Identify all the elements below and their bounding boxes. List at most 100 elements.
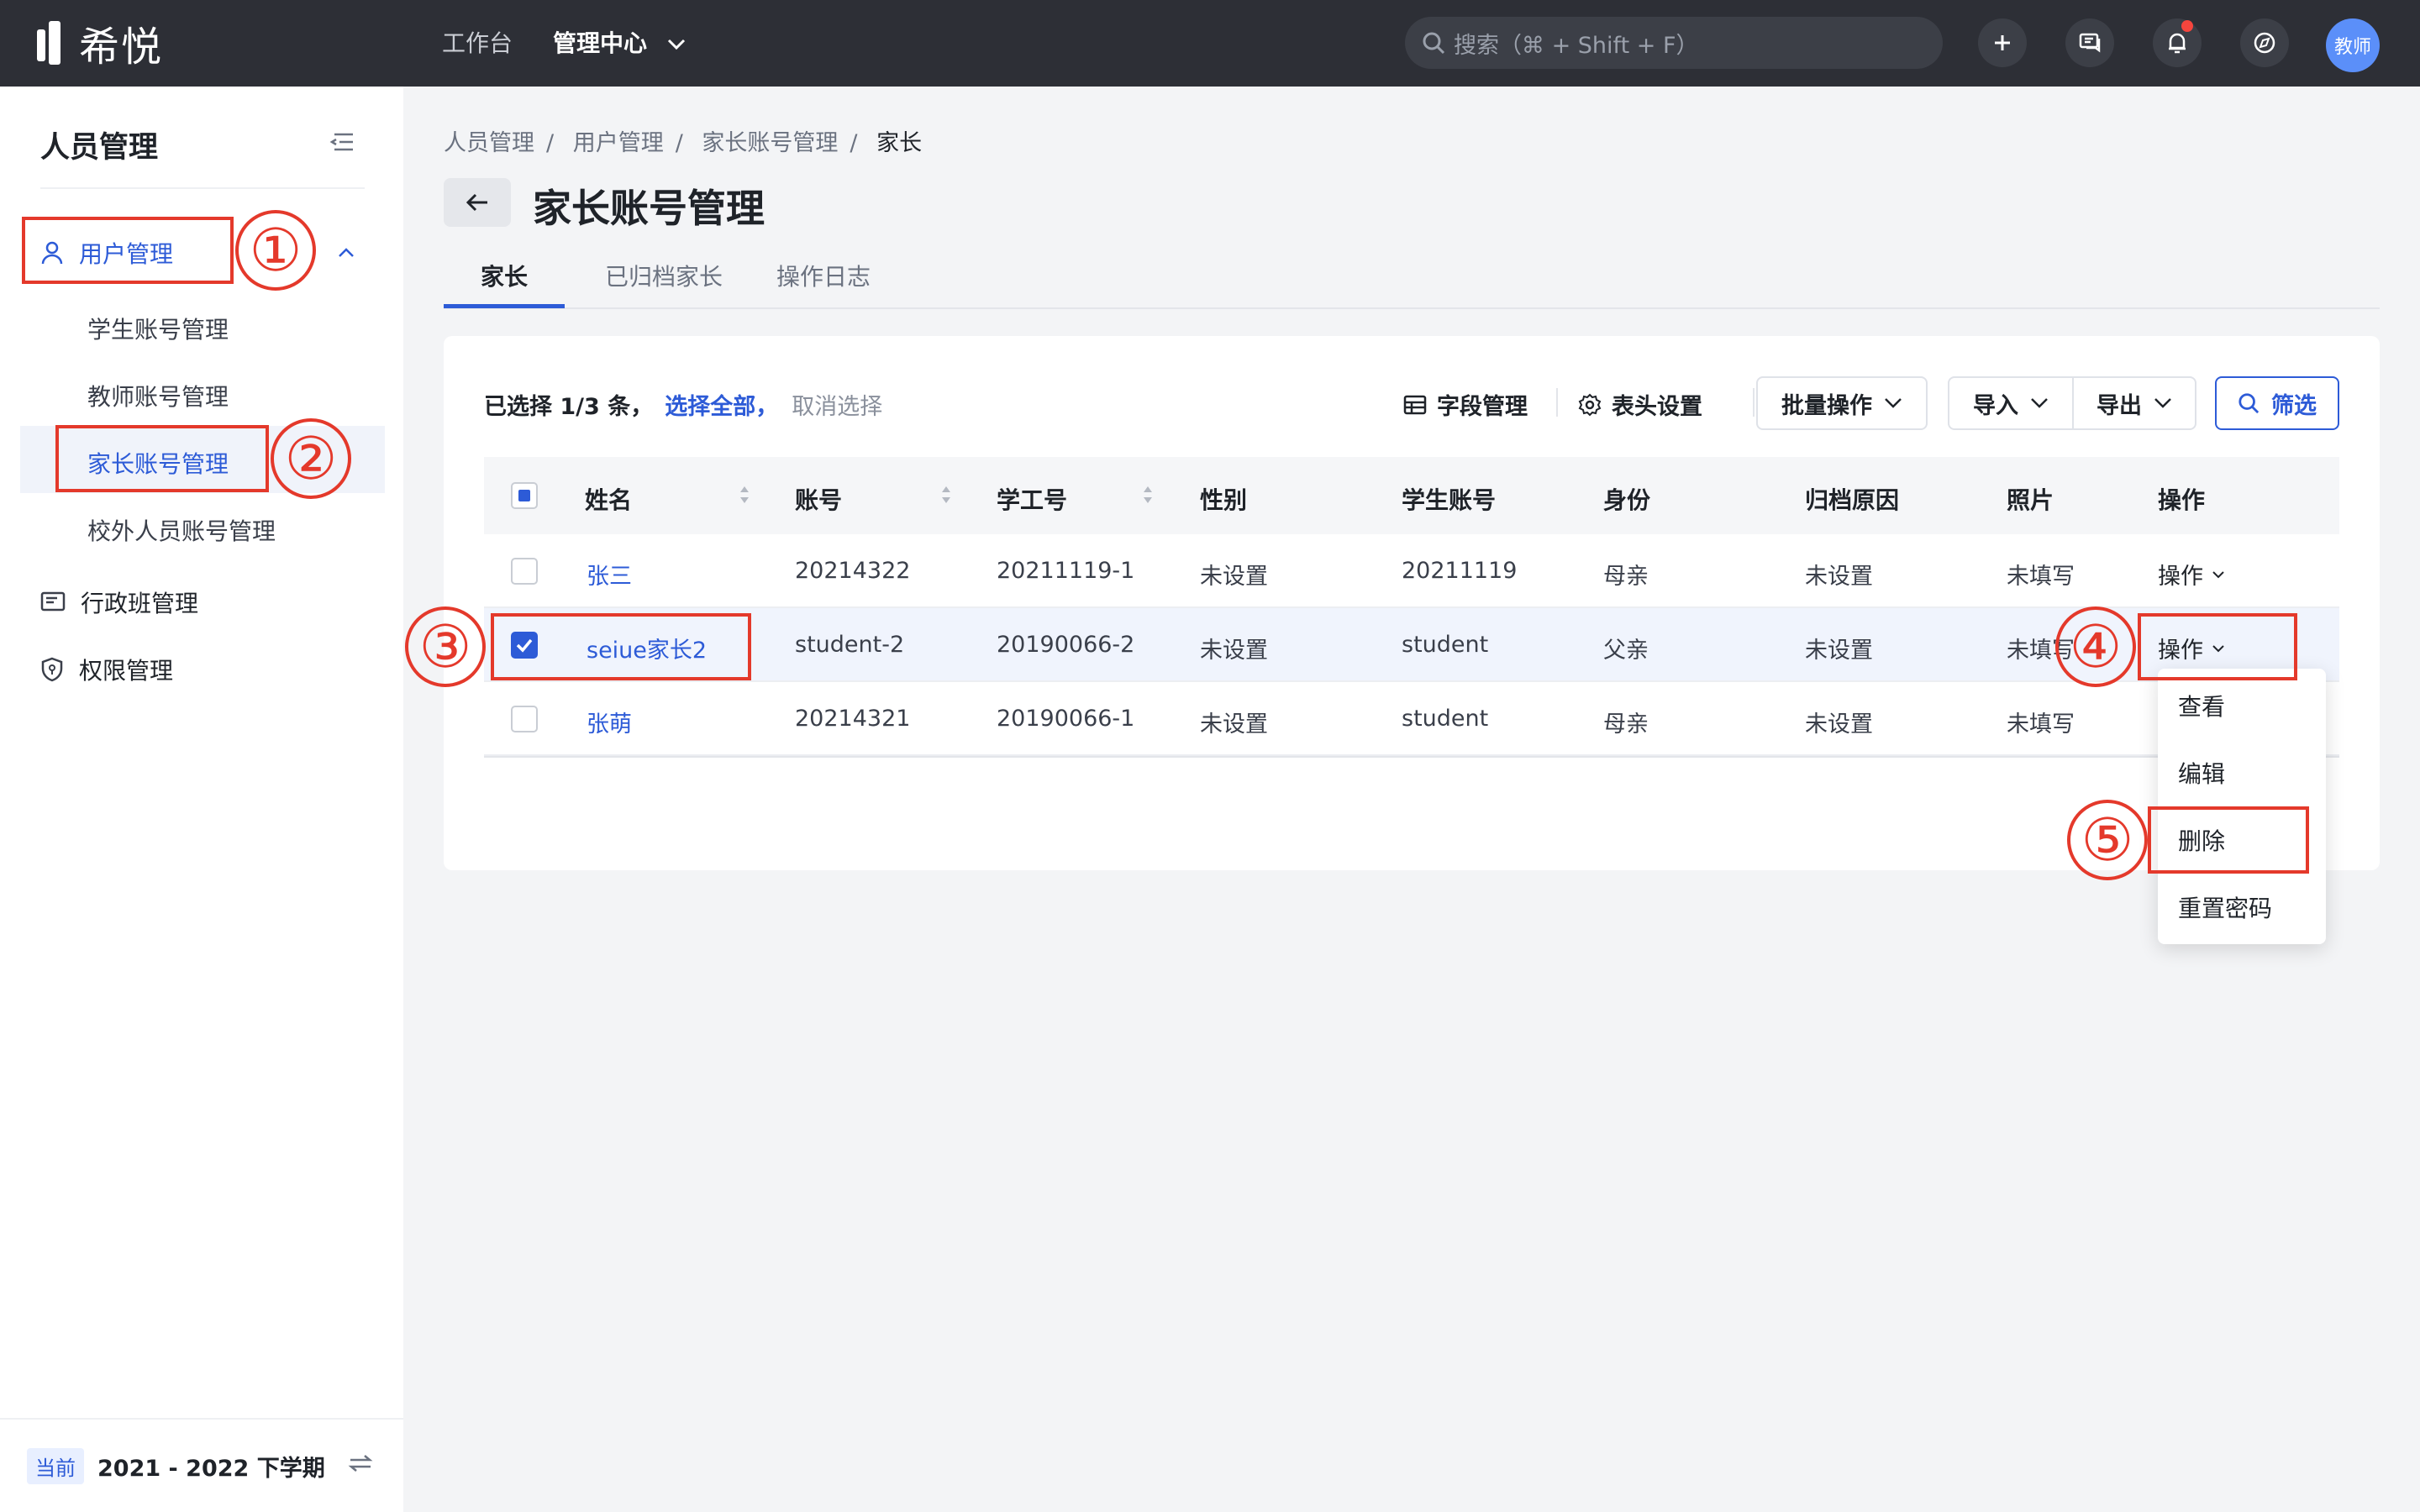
tab-archived-parents[interactable]: 已归档家长 (605, 259, 723, 292)
parent-name-link[interactable]: 张三 (587, 558, 632, 591)
row-checkbox[interactable] (511, 706, 538, 732)
column-header-account[interactable]: 账号 (795, 482, 842, 516)
filter-button[interactable]: 筛选 (2215, 376, 2339, 430)
sort-icon[interactable] (738, 482, 751, 507)
tab-active-indicator (444, 304, 565, 308)
sidebar-item-teacher-accounts[interactable]: 教师账号管理 (87, 379, 229, 412)
export-dropdown[interactable]: 导出 (2072, 376, 2196, 430)
import-label: 导入 (1973, 392, 2018, 419)
menu-item-edit[interactable]: 编辑 (2178, 756, 2225, 790)
back-button[interactable] (444, 178, 511, 227)
notifications-button[interactable] (2153, 18, 2202, 67)
fields-icon (1403, 395, 1427, 414)
selection-count: 已选择 1/3 条， (484, 394, 654, 420)
sidebar-title: 人员管理 (40, 131, 159, 165)
header-settings-label: 表头设置 (1612, 394, 1702, 420)
annotation-number-2: ② (271, 418, 351, 499)
column-header-name[interactable]: 姓名 (585, 482, 632, 516)
tab-operation-log[interactable]: 操作日志 (776, 259, 871, 292)
column-header-photo: 照片 (2007, 486, 2054, 514)
gender-cell: 未设置 (1200, 638, 1268, 664)
chevron-up-icon[interactable] (338, 248, 355, 258)
account-cell: student-2 (795, 632, 905, 658)
collapse-sidebar-icon[interactable] (329, 132, 355, 152)
cancel-selection-link[interactable]: 取消选择 (792, 394, 882, 420)
search-placeholder: 搜索（⌘ + Shift + F） (1454, 32, 1699, 59)
table-row: 张萌 20214321 20190066-1 未设置 student 母亲 未设… (484, 682, 2339, 756)
page-title: 家长账号管理 (533, 186, 765, 231)
class-icon (40, 591, 66, 612)
sidebar-item-permissions[interactable]: 权限管理 (40, 653, 173, 686)
identity-cell: 父亲 (1603, 638, 1649, 664)
batch-operation-label: 批量操作 (1781, 392, 1872, 419)
current-badge: 当前 (27, 1447, 84, 1484)
tab-parents[interactable]: 家长 (481, 259, 528, 292)
identity-cell: 母亲 (1603, 564, 1649, 590)
chevron-down-icon (667, 39, 686, 50)
parent-name-link[interactable]: 张萌 (587, 706, 632, 738)
breadcrumb-item[interactable]: 家长账号管理 (702, 130, 838, 156)
annotation-box-3 (491, 613, 751, 680)
sidebar-item-class-mgmt[interactable]: 行政班管理 (40, 585, 198, 619)
user-avatar[interactable]: 教师 (2326, 18, 2380, 72)
student-account-cell: 20211119 (1402, 558, 1518, 584)
breadcrumb-current: 家长 (876, 130, 923, 156)
filter-label: 筛选 (2271, 392, 2317, 419)
shield-icon (41, 657, 63, 682)
nav-admin-center[interactable]: 管理中心 (553, 25, 686, 59)
app-logo[interactable]: 希悦 (37, 18, 163, 71)
select-all-link[interactable]: 选择全部， (665, 394, 778, 420)
nav-workbench[interactable]: 工作台 (442, 25, 513, 59)
search-icon (1422, 31, 1445, 55)
annotation-box-4 (2138, 613, 2297, 680)
sidebar-item-student-accounts[interactable]: 学生账号管理 (87, 312, 229, 345)
header-settings-button[interactable]: 表头设置 (1578, 388, 1702, 421)
field-mgmt-button[interactable]: 字段管理 (1403, 388, 1528, 421)
nav-admin-center-label: 管理中心 (553, 29, 648, 57)
menu-item-reset-password[interactable]: 重置密码 (2178, 890, 2272, 924)
chevron-down-icon (2212, 570, 2224, 578)
apps-button[interactable] (2240, 18, 2289, 67)
table-header: 姓名 账号 学工号 性别 学生账号 身份 归档原因 照片 操作 (484, 457, 2339, 534)
row-checkbox[interactable] (511, 558, 538, 585)
annotation-box-2 (55, 425, 269, 492)
semester-switcher[interactable]: 当前 2021 - 2022 下学期 (0, 1418, 403, 1512)
column-header-archive-reason: 归档原因 (1805, 486, 1900, 514)
row-actions-dropdown[interactable]: 操作 (2158, 558, 2225, 591)
sort-icon[interactable] (1141, 482, 1155, 507)
add-button[interactable] (1978, 18, 2027, 67)
column-header-staff-id[interactable]: 学工号 (997, 482, 1067, 516)
archive-reason-cell: 未设置 (1805, 564, 1873, 590)
sidebar-item-label: 权限管理 (79, 657, 174, 685)
top-bar: 希悦 工作台 管理中心 搜索（⌘ + Shift + F） 教师 (0, 0, 2420, 87)
photo-cell: 未填写 (2007, 564, 2075, 590)
gender-cell: 未设置 (1200, 564, 1268, 590)
chevron-down-icon (1885, 398, 1902, 408)
field-mgmt-label: 字段管理 (1437, 394, 1528, 420)
import-dropdown[interactable]: 导入 (1948, 376, 2074, 430)
breadcrumb-item[interactable]: 人员管理 (444, 130, 534, 156)
annotation-box-5 (2148, 806, 2309, 874)
select-all-checkbox[interactable] (511, 482, 538, 509)
selection-info: 已选择 1/3 条， 选择全部， 取消选择 (484, 388, 882, 421)
global-search[interactable]: 搜索（⌘ + Shift + F） (1405, 17, 1943, 69)
sort-icon[interactable] (939, 482, 953, 507)
messages-button[interactable] (2065, 18, 2114, 67)
table-row: 张三 20214322 20211119-1 未设置 20211119 母亲 未… (484, 534, 2339, 608)
sidebar-item-label: 行政班管理 (81, 590, 199, 617)
compass-icon (2254, 32, 2275, 54)
sidebar-divider (40, 187, 365, 189)
gender-cell: 未设置 (1200, 711, 1268, 738)
logo-text: 希悦 (79, 24, 164, 71)
account-cell: 20214321 (795, 706, 911, 732)
staff-id-cell: 20190066-2 (997, 632, 1135, 658)
bell-icon (2169, 33, 2186, 54)
menu-item-view[interactable]: 查看 (2178, 689, 2225, 722)
column-header-student-account: 学生账号 (1402, 486, 1497, 514)
student-account-cell: student (1402, 706, 1489, 732)
annotation-number-4: ④ (2055, 606, 2136, 687)
sidebar-item-external-accounts[interactable]: 校外人员账号管理 (87, 513, 276, 547)
batch-operation-dropdown[interactable]: 批量操作 (1756, 376, 1928, 430)
swap-icon[interactable] (348, 1453, 373, 1473)
breadcrumb-item[interactable]: 用户管理 (573, 130, 664, 156)
